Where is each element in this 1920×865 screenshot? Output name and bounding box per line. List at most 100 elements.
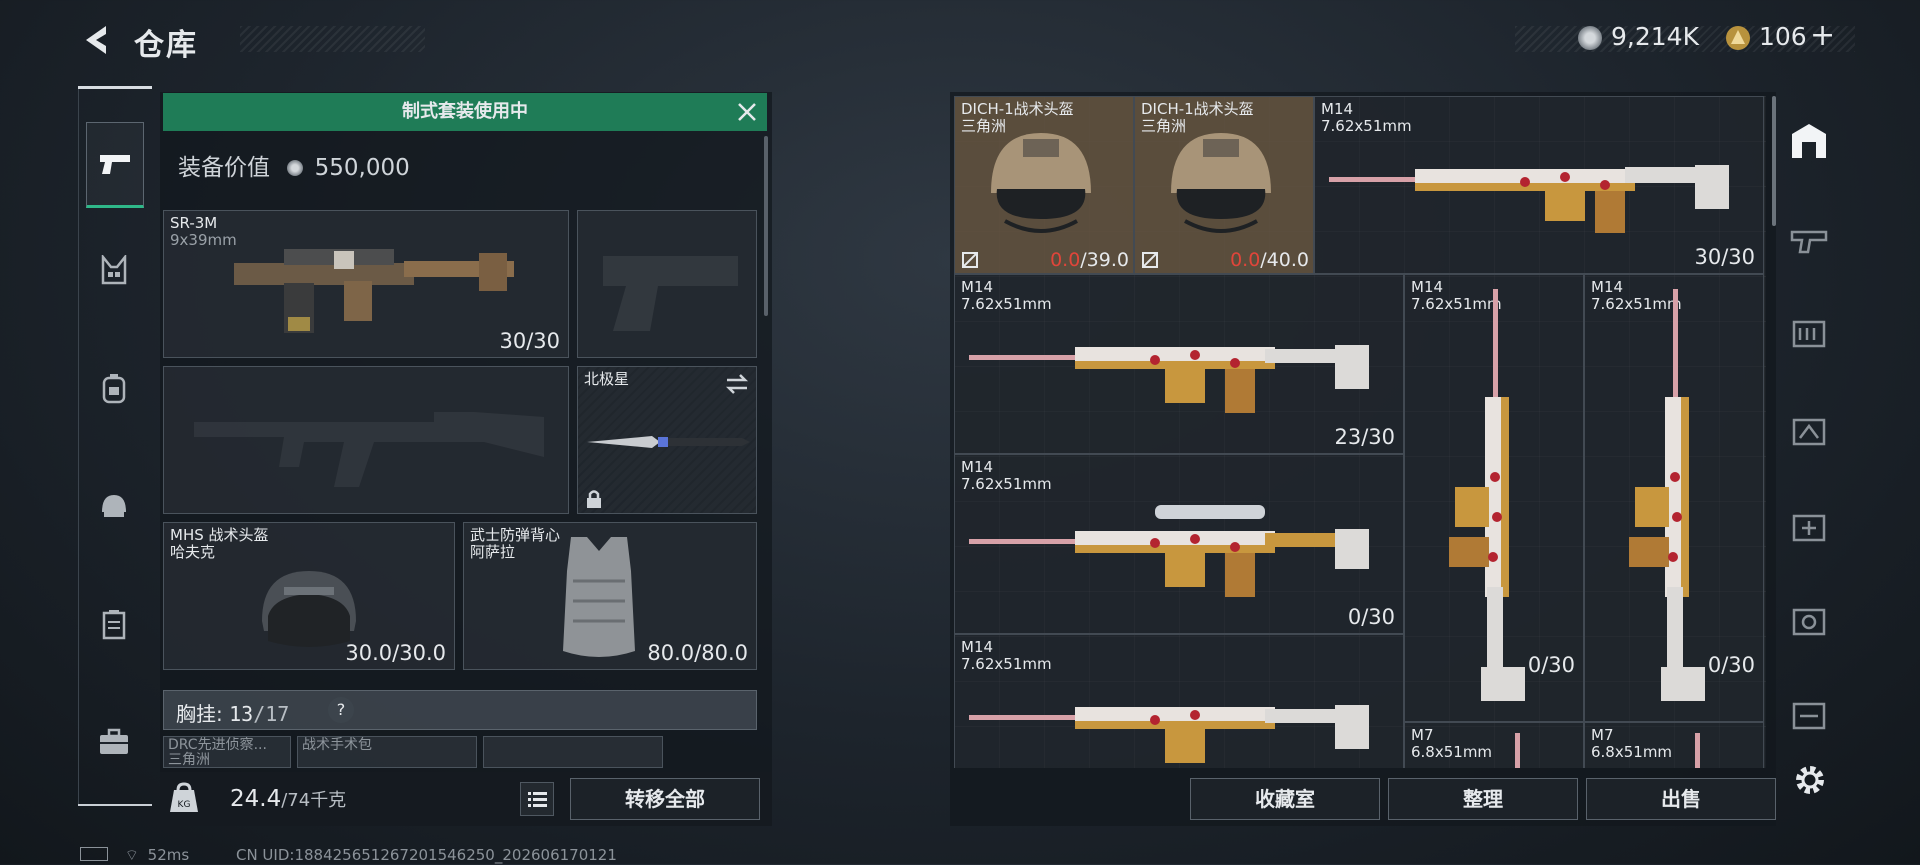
item-name: M14 <box>961 278 994 296</box>
tab-armor[interactable] <box>86 596 142 652</box>
storage-item-m14-6[interactable]: M14 7.62x51mm <box>954 634 1404 768</box>
svg-text:KG: KG <box>178 800 191 810</box>
help-button[interactable]: ? <box>328 697 354 723</box>
secondary-weapon-slot[interactable] <box>163 366 569 514</box>
m14-rifle-image <box>969 345 1369 413</box>
melee-name: 北极星 <box>584 370 630 388</box>
sr3m-rifle-image <box>234 249 514 333</box>
melee-slot[interactable]: 北极星 <box>577 366 757 514</box>
item-caliber: 7.62x51mm <box>1321 117 1412 135</box>
ammo-count: 0/30 <box>1527 653 1575 677</box>
chest-item-2[interactable] <box>483 736 663 768</box>
helmet-durability: 30.0/30.0 <box>345 641 446 665</box>
storage-grid: DICH-1战术头盔 三角洲 0.0/39.0 DICH-1战术头盔 三角洲 0.0… <box>954 96 1766 768</box>
dich-helmet-image <box>991 133 1091 233</box>
helmet-slot[interactable]: MHS 战术头盔 哈夫克 30.0/30.0 <box>163 522 455 670</box>
storage-item-m14-5[interactable]: M14 7.62x51mm 0/30 <box>1584 274 1764 722</box>
durability-current: 0.0 <box>1050 249 1081 271</box>
helmet-origin: 哈夫克 <box>170 543 216 561</box>
settings-gear-icon[interactable] <box>1792 762 1828 798</box>
lock-icon <box>587 490 601 508</box>
close-icon[interactable] <box>734 99 760 125</box>
wifi-icon: ⌔ <box>124 846 139 864</box>
storage-item-m7-2[interactable]: M7 6.8x51mm <box>1584 722 1764 768</box>
sidearm-slot[interactable] <box>577 210 757 358</box>
storage-medical-icon[interactable] <box>1788 506 1830 548</box>
rail-bottom-bar <box>78 804 152 806</box>
storage-equipment-icon[interactable] <box>1788 410 1830 452</box>
tab-backpack[interactable] <box>86 360 142 416</box>
vest-image <box>563 537 635 657</box>
item-caliber: 7.62x51mm <box>961 655 1052 673</box>
pistol-placeholder-icon <box>603 256 738 331</box>
value-label: 装备价值 <box>178 155 270 181</box>
item-caliber: 7.62x51mm <box>961 295 1052 313</box>
storage-ammo-icon[interactable] <box>1788 312 1830 354</box>
backpack-icon <box>102 374 126 404</box>
uid-text: CN UID:18842565126720154​6250_2026061701… <box>235 846 617 864</box>
ticket-icon <box>1726 26 1750 50</box>
coin-icon <box>287 160 304 176</box>
storage-tools-icon[interactable] <box>1788 600 1830 642</box>
m7-barrel-image <box>1695 733 1700 768</box>
swap-icon[interactable] <box>724 373 750 395</box>
weight-icon: KG <box>170 782 198 812</box>
item-name: M14 <box>1321 100 1354 118</box>
armor-name: 武士防弹背心 <box>470 526 561 544</box>
m7-barrel-image <box>1515 733 1520 768</box>
tab-case[interactable] <box>86 714 142 770</box>
storage-item-helmet-2[interactable]: DICH-1战术头盔 三角洲 0.0/40.0 <box>1134 96 1314 274</box>
tab-weapons[interactable] <box>86 122 144 208</box>
tab-helmet[interactable] <box>86 478 142 534</box>
armor-origin: 阿萨拉 <box>470 543 516 561</box>
rifle-placeholder-icon <box>194 412 544 487</box>
m14-rifle-vertical-image <box>1449 289 1525 701</box>
pistol-icon <box>100 155 130 174</box>
ticket-balance: 106 <box>1759 22 1807 51</box>
tab-chest-rig[interactable] <box>86 242 142 298</box>
storage-weapons-icon[interactable] <box>1788 218 1830 260</box>
item-caliber: 6.8x51mm <box>1411 743 1493 761</box>
sell-button[interactable]: 出售 <box>1586 778 1776 820</box>
coin-icon <box>1578 26 1602 50</box>
loadout-scrollbar[interactable] <box>764 136 768 316</box>
chest-used: 13 <box>229 702 254 726</box>
storage-item-m14-3[interactable]: M14 7.62x51mm 0/30 <box>954 454 1404 634</box>
sort-button[interactable]: 整理 <box>1388 778 1578 820</box>
ping-value: 52ms <box>147 846 190 864</box>
collection-button[interactable]: 收藏室 <box>1190 778 1380 820</box>
armor-slot[interactable]: 武士防弹背心 阿萨拉 80.0/80.0 <box>463 522 757 670</box>
chest-item-origin: 三角洲 <box>168 752 210 768</box>
transfer-all-button[interactable]: 转移全部 <box>570 778 760 820</box>
storage-all-icon[interactable] <box>1788 120 1830 162</box>
add-currency-button[interactable]: + <box>1810 18 1835 53</box>
chest-rig-icon <box>101 255 127 285</box>
case-icon <box>100 728 128 754</box>
item-name: DICH-1战术头盔 <box>961 100 1074 118</box>
storage-item-m14-1[interactable]: M14 7.62x51mm 30/30 <box>1314 96 1764 274</box>
storage-misc-icon[interactable] <box>1788 694 1830 736</box>
chest-item-0[interactable]: DRC先进侦察... 三角洲 <box>163 736 291 768</box>
weapon-name: SR-3M <box>170 214 218 232</box>
list-view-button[interactable] <box>520 782 554 816</box>
chest-item-name: 战术手术包 <box>302 737 372 753</box>
no-repair-icon <box>962 252 978 268</box>
storage-item-m7-1[interactable]: M7 6.8x51mm <box>1404 722 1584 768</box>
m14-scoped-rifle-image <box>969 505 1369 597</box>
item-caliber: 6.8x51mm <box>1591 743 1673 761</box>
ammo-count: 23/30 <box>1334 425 1395 449</box>
carry-weight: 24.4/74千克 <box>230 786 346 812</box>
value-amount: 550,000 <box>314 155 410 181</box>
storage-scrollbar[interactable] <box>1772 96 1776 226</box>
chest-item-1[interactable]: 战术手术包 <box>297 736 477 768</box>
storage-item-helmet-1[interactable]: DICH-1战术头盔 三角洲 0.0/39.0 <box>954 96 1134 274</box>
weight-current: 24.4 <box>230 786 282 812</box>
item-name: DICH-1战术头盔 <box>1141 100 1254 118</box>
storage-item-m14-4[interactable]: M14 7.62x51mm 0/30 <box>1404 274 1584 722</box>
primary-weapon-slot[interactable]: SR-3M 9x39mm 30/30 <box>163 210 569 358</box>
storage-item-m14-2[interactable]: M14 7.62x51mm 23/30 <box>954 274 1404 454</box>
list-icon <box>528 792 547 807</box>
armor-icon <box>102 610 126 640</box>
item-caliber: 7.62x51mm <box>961 475 1052 493</box>
back-arrow-icon[interactable] <box>78 22 114 58</box>
